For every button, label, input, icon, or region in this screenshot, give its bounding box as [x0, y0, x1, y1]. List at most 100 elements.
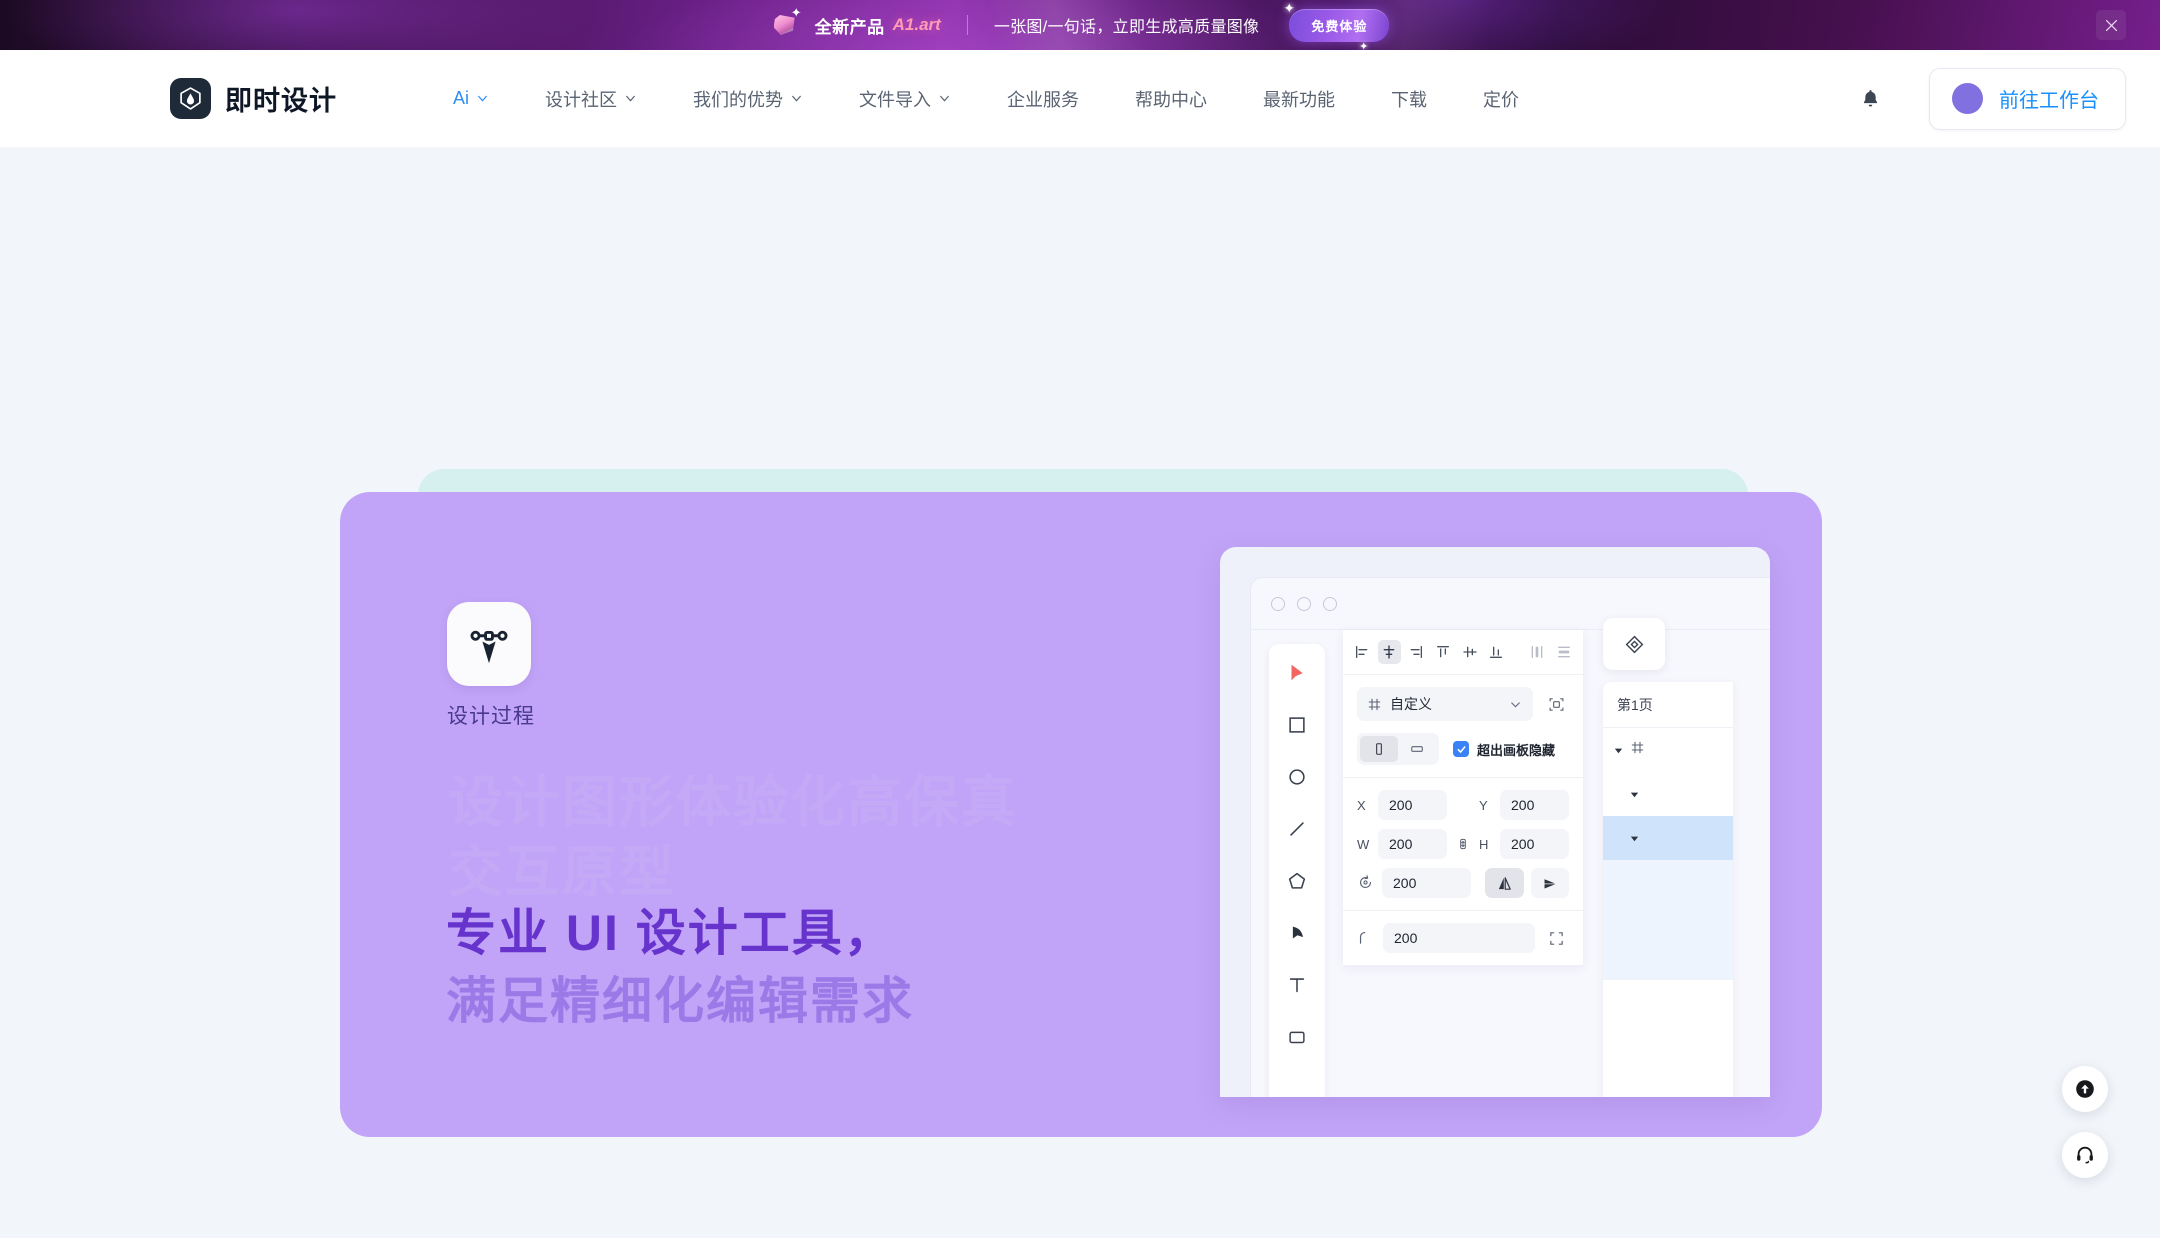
main-navbar: 即时设计 Ai 设计社区 我们的优势 文件导入 企业服务 帮助中心 最新功能 下… [0, 50, 2160, 147]
nav-item-pricing[interactable]: 定价 [1455, 50, 1547, 147]
gem-icon: ✦ [771, 6, 802, 40]
close-icon[interactable] [2096, 10, 2126, 40]
nav-item-label: 定价 [1483, 89, 1520, 110]
support-button[interactable] [2062, 1132, 2108, 1178]
nav-item-help-center[interactable]: 帮助中心 [1107, 50, 1235, 147]
independent-corners-icon[interactable] [1543, 925, 1569, 951]
rotation-icon [1357, 874, 1375, 892]
nav-item-enterprise[interactable]: 企业服务 [979, 50, 1107, 147]
nav-item-label: Ai [453, 88, 470, 108]
properties-panel: 自定义 超出画板隐藏 X 200 Y 200 W 200 H 200 200 2… [1343, 630, 1583, 966]
window-dot-minimize [1297, 596, 1311, 611]
chevron-down-icon [938, 92, 951, 105]
align-right-button[interactable] [1405, 640, 1428, 664]
layer-row[interactable] [1603, 816, 1733, 860]
promo-title: 全新产品 [814, 17, 885, 37]
go-to-workspace-button[interactable]: 前往工作台 [1929, 67, 2126, 130]
chevron-down-icon [476, 92, 489, 105]
floating-action-buttons [2062, 1066, 2108, 1178]
chevron-down-icon [624, 92, 637, 105]
arrow-up-circle-icon [2076, 1080, 2094, 1098]
line-icon[interactable] [1282, 814, 1312, 844]
window-dot-close [1271, 596, 1285, 611]
component-diamond-icon[interactable] [1603, 618, 1665, 670]
h-label: H [1479, 836, 1489, 852]
promo-brand: A1.art [892, 15, 941, 34]
align-left-button[interactable] [1351, 640, 1374, 664]
distribute-vertical-button[interactable] [1552, 640, 1575, 664]
nav-item-advantages[interactable]: 我们的优势 [665, 50, 831, 147]
align-vertical-center-button[interactable] [1458, 640, 1481, 664]
workspace-label: 前往工作台 [1999, 90, 2099, 112]
frame-icon[interactable] [1282, 1022, 1312, 1052]
jishi-logo-icon [170, 78, 211, 119]
flip-horizontal-button[interactable] [1485, 868, 1524, 898]
clip-content-checkbox[interactable]: 超出画板隐藏 [1453, 740, 1555, 759]
square-icon[interactable] [1282, 710, 1312, 740]
mockup-window: 自定义 超出画板隐藏 X 200 Y 200 W 200 H 200 200 2… [1250, 577, 1770, 1097]
clip-content-label: 超出画板隐藏 [1477, 742, 1556, 758]
x-label: X [1357, 797, 1366, 813]
corner-radius-input[interactable]: 200 [1383, 923, 1535, 953]
cursor-icon[interactable] [1282, 658, 1312, 688]
nav-item-label: 设计社区 [545, 89, 618, 110]
promo-cta-label: 免费体验 [1311, 18, 1368, 34]
rotation-input[interactable]: 200 [1382, 868, 1472, 898]
pen-icon[interactable] [1282, 918, 1312, 948]
nav-menu: Ai 设计社区 我们的优势 文件导入 企业服务 帮助中心 最新功能 下载 定价 [425, 50, 1547, 147]
headline-line-2: 满足精细化编辑需求 [446, 973, 914, 1029]
nav-item-new-features[interactable]: 最新功能 [1235, 50, 1363, 147]
y-input[interactable]: 200 [1500, 790, 1569, 820]
text-T-icon[interactable] [1282, 970, 1312, 1000]
nav-item-download[interactable]: 下载 [1363, 50, 1455, 147]
bell-icon[interactable] [1849, 78, 1891, 120]
orientation-segment [1357, 733, 1439, 765]
promo-cta-button[interactable]: ✦ ✦ 免费体验 [1283, 1, 1390, 50]
pentagon-icon[interactable] [1282, 866, 1312, 896]
w-input[interactable]: 200 [1378, 829, 1447, 859]
frame-preset-label: 自定义 [1390, 696, 1432, 712]
h-input[interactable]: 200 [1500, 829, 1569, 859]
align-top-button[interactable] [1431, 640, 1454, 664]
logo[interactable]: 即时设计 [170, 78, 337, 119]
caret-down-icon[interactable] [1629, 789, 1640, 800]
nav-item-ai[interactable]: Ai [425, 50, 517, 147]
mockup-body: 自定义 超出画板隐藏 X 200 Y 200 W 200 H 200 200 2… [1251, 618, 1770, 1097]
chevron-down-icon [790, 92, 803, 105]
promo-divider [966, 15, 968, 35]
headline-line-1: 专业 UI 设计工具， [446, 905, 896, 961]
circle-icon[interactable] [1282, 762, 1312, 792]
portrait-orientation-button[interactable] [1360, 736, 1398, 762]
frame-preset-select[interactable]: 自定义 [1357, 687, 1533, 721]
alignment-toolbar [1343, 630, 1583, 675]
page-label[interactable]: 第1页 [1603, 682, 1733, 728]
x-input[interactable]: 200 [1378, 790, 1447, 820]
distribute-horizontal-button[interactable] [1525, 640, 1548, 664]
back-to-top-button[interactable] [2062, 1066, 2108, 1112]
caret-down-icon[interactable] [1629, 833, 1640, 844]
page-title: 专业 UI 设计工具， 满足精细化编辑需求 [446, 899, 914, 1035]
nav-right-section: 前往工作台 [1849, 67, 2126, 130]
fit-content-icon[interactable] [1543, 691, 1569, 717]
align-horizontal-center-button[interactable] [1377, 640, 1401, 664]
hero-ghost-text: 设计图形体验化高保真交互原型 [448, 771, 1019, 904]
nav-item-community[interactable]: 设计社区 [517, 50, 665, 147]
corner-radius-icon [1357, 929, 1375, 947]
avatar [1952, 83, 1983, 114]
nav-item-label: 下载 [1391, 89, 1428, 110]
transform-section: X 200 Y 200 W 200 H 200 200 [1343, 778, 1583, 911]
link-aspect-ratio-icon[interactable] [1454, 835, 1472, 853]
vector-anchor-icon [447, 602, 531, 686]
align-bottom-button[interactable] [1485, 640, 1508, 664]
frame-icon [1368, 698, 1381, 710]
y-label: Y [1479, 797, 1488, 813]
checkbox-checked-icon [1453, 741, 1469, 757]
landscape-orientation-button[interactable] [1398, 736, 1436, 762]
logo-text: 即时设计 [225, 86, 337, 116]
layer-row[interactable] [1603, 772, 1733, 816]
flip-vertical-button[interactable] [1530, 868, 1569, 898]
layer-row[interactable] [1603, 728, 1733, 772]
nav-item-file-import[interactable]: 文件导入 [831, 50, 979, 147]
layers-panel: 第1页 [1603, 682, 1733, 1097]
caret-down-icon[interactable] [1613, 745, 1624, 756]
